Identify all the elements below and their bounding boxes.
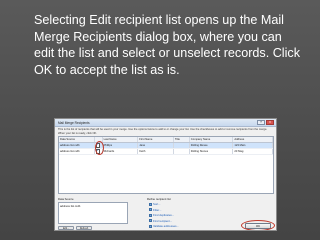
row-title — [174, 149, 190, 154]
row-source: address list.mdb — [59, 143, 95, 148]
column-header[interactable]: First Name — [138, 137, 174, 142]
filter-icon — [149, 208, 152, 211]
row-address: 123 Main — [233, 143, 273, 148]
find-duplicates-link[interactable]: Find duplicates... — [149, 213, 227, 217]
dialog-titlebar: Mail Merge Recipients ? X — [55, 119, 276, 127]
edit-button[interactable]: Edit... — [58, 226, 74, 230]
find-icon — [149, 219, 152, 222]
filter-link[interactable]: Filter... — [149, 208, 227, 212]
help-button[interactable]: ? — [257, 120, 265, 125]
refine-section: Refine recipient list Sort... Filter... … — [147, 197, 227, 230]
mail-merge-recipients-dialog: Mail Merge Recipients ? X This is the li… — [54, 118, 277, 231]
refine-label: Refine recipient list — [147, 197, 171, 201]
close-button[interactable]: X — [266, 120, 274, 125]
row-company: Rolling Renee — [190, 143, 234, 148]
slide-background: Selecting Edit recipient list opens up t… — [0, 0, 320, 240]
ok-highlight-circle — [241, 220, 275, 230]
column-header[interactable]: Company Name — [190, 137, 234, 142]
validate-addresses-link[interactable]: Validate addresses... — [149, 224, 227, 228]
row-last-name: Richards — [103, 149, 139, 154]
data-source-label: Data Source — [58, 197, 74, 201]
sort-icon — [149, 202, 152, 206]
data-source-list[interactable]: address list.mdb — [58, 202, 128, 224]
recipients-table: Data Source Last Name First Name Title C… — [58, 136, 274, 194]
filter-link-label: Filter... — [153, 207, 162, 212]
duplicates-icon — [149, 213, 152, 217]
find-recipient-link[interactable]: Find recipient... — [149, 219, 227, 223]
column-header[interactable]: Address — [233, 137, 273, 142]
find-duplicates-label: Find duplicates... — [153, 213, 175, 217]
find-recipient-label: Find recipient... — [153, 218, 173, 223]
row-first-name: Keith — [138, 149, 174, 154]
sort-link[interactable]: Sort... — [149, 202, 227, 206]
data-source-item[interactable]: address list.mdb — [60, 204, 126, 208]
slide-caption: Selecting Edit recipient list opens up t… — [34, 13, 300, 77]
column-header[interactable]: Title — [174, 137, 190, 142]
dialog-description: This is the list of recipients that will… — [58, 128, 268, 135]
column-header[interactable]: Last Name — [103, 137, 139, 142]
table-row[interactable]: address list.mdb Richards Keith Rolling … — [59, 149, 273, 155]
row-company: Rolling Stones — [190, 149, 234, 154]
row-first-name: Jane — [138, 143, 174, 148]
row-address: 23 Mag — [233, 149, 273, 154]
dialog-title: Mail Merge Recipients — [58, 120, 90, 125]
row-last-name: Phillips — [103, 143, 139, 148]
validate-addresses-label: Validate addresses... — [153, 224, 179, 228]
row-source: address list.mdb — [59, 149, 95, 154]
sort-link-label: Sort... — [153, 202, 161, 206]
refresh-button[interactable]: Refresh — [76, 226, 92, 230]
data-source-section: Data Source address list.mdb Edit... Ref… — [58, 197, 142, 230]
validate-icon — [149, 224, 152, 228]
row-title — [174, 143, 190, 148]
checkbox-highlight-circle — [95, 141, 104, 155]
column-header[interactable]: Data Source — [59, 137, 95, 142]
